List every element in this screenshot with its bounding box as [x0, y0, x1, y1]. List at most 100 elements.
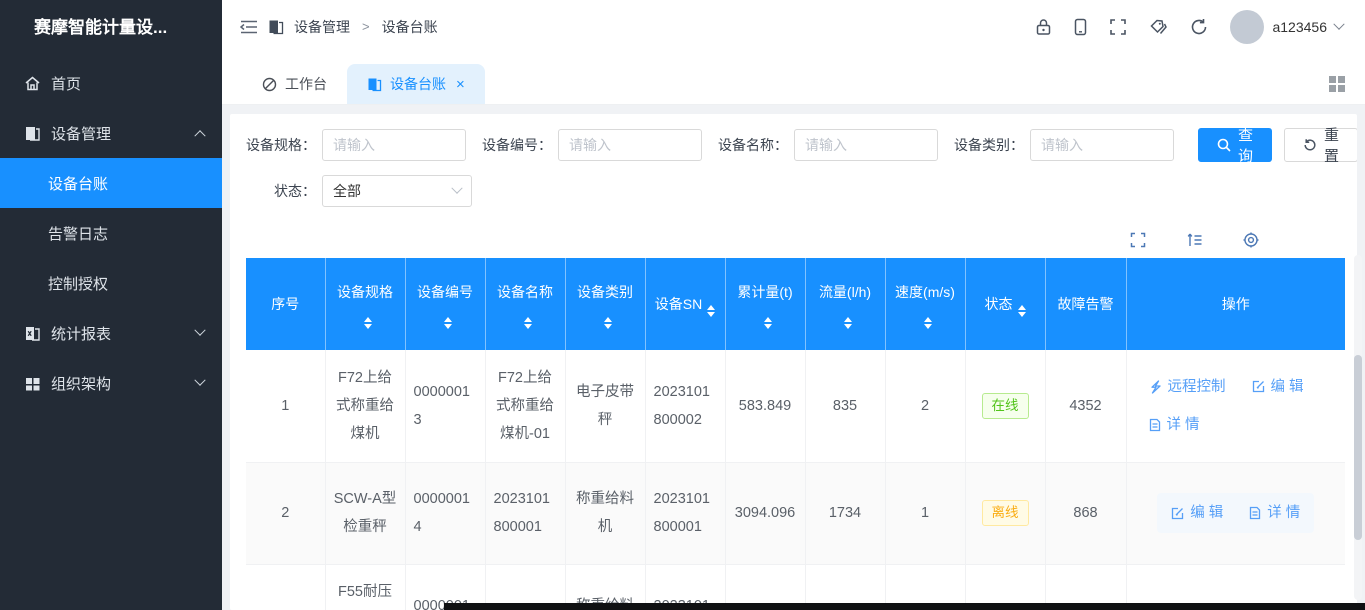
- cell-spec: F72上给式称重给煤机: [325, 350, 405, 462]
- filter-label: 设备规格：: [246, 135, 316, 155]
- tags-icon[interactable]: [1149, 18, 1168, 36]
- edit-icon: [1171, 507, 1184, 520]
- cell-actions: 远程控制 编 辑 详 情: [1126, 350, 1345, 462]
- user-menu[interactable]: a123456: [1230, 10, 1343, 44]
- chevron-down-icon: [451, 183, 462, 194]
- table-density-icon[interactable]: [1186, 232, 1203, 248]
- document-icon: [1249, 506, 1261, 520]
- lock-icon[interactable]: [1035, 18, 1052, 36]
- cell-category: 称重给料机: [565, 462, 645, 564]
- sort-icon: [844, 317, 852, 329]
- sidebar-item-label: 告警日志: [48, 223, 108, 244]
- status-select[interactable]: 全部: [322, 175, 472, 207]
- sidebar-item-control-auth[interactable]: 控制授权: [0, 258, 222, 308]
- sidebar-item-home[interactable]: 首页: [0, 58, 222, 108]
- spec-input[interactable]: [322, 129, 466, 161]
- sidebar: 赛摩智能计量设... 首页 设备管理 设备台账 告警日志: [0, 0, 222, 610]
- table-header-row: 序号 设备规格 设备编号 设备名称 设备类别 设备SN 累计量(t) 流量(l/…: [246, 258, 1345, 350]
- sort-icon: [444, 317, 452, 329]
- thunderbolt-icon: [1149, 380, 1162, 394]
- sidebar-item-device-management[interactable]: 设备管理: [0, 108, 222, 158]
- col-index: 序号: [246, 258, 325, 350]
- edit-link[interactable]: 编 辑: [1252, 373, 1304, 401]
- tab-device-ledger[interactable]: 设备台账 ×: [347, 64, 485, 104]
- cell-name: F72上给式称重给煤机-01: [485, 350, 565, 462]
- filter-code: 设备编号：: [482, 129, 702, 161]
- breadcrumb-section[interactable]: 设备管理: [294, 17, 350, 37]
- edit-link[interactable]: 编 辑: [1171, 499, 1223, 527]
- sort-icon: [764, 317, 772, 329]
- content-area: 设备规格： 设备编号： 设备名称： 设备类别：: [222, 105, 1365, 610]
- app-title: 赛摩智能计量设...: [0, 0, 222, 56]
- col-actions: 操作: [1126, 258, 1345, 350]
- sidebar-item-organization[interactable]: 组织架构: [0, 358, 222, 408]
- edit-icon: [1252, 380, 1265, 393]
- tab-options-icon[interactable]: [1329, 76, 1345, 92]
- col-name[interactable]: 设备名称: [485, 258, 565, 350]
- menu-fold-icon[interactable]: [240, 19, 258, 35]
- sidebar-item-report[interactable]: 统计报表: [0, 308, 222, 358]
- filter-row-2: 状态： 全部: [246, 175, 1341, 207]
- filter-status: 状态： 全部: [274, 175, 472, 207]
- workbench-icon: [262, 77, 277, 92]
- scrollbar-thumb[interactable]: [1354, 355, 1362, 540]
- sort-icon: [524, 317, 532, 329]
- filter-spec: 设备规格：: [246, 129, 466, 161]
- col-spec[interactable]: 设备规格: [325, 258, 405, 350]
- filter-label: 设备编号：: [482, 135, 552, 155]
- refresh-icon[interactable]: [1190, 18, 1208, 36]
- col-alarm: 故障告警: [1045, 258, 1126, 350]
- reset-button[interactable]: 重 置: [1284, 128, 1357, 162]
- status-badge: 在线: [982, 393, 1029, 419]
- cell-category: 电子皮带秤: [565, 350, 645, 462]
- chevron-down-icon: [194, 375, 205, 386]
- chevron-up-icon: [194, 130, 205, 141]
- org-icon: [24, 375, 41, 392]
- table-settings-icon[interactable]: [1243, 232, 1259, 248]
- cell-status: 离线: [965, 462, 1045, 564]
- sidebar-item-label: 组织架构: [51, 373, 196, 394]
- cell-code: 00000013: [405, 350, 485, 462]
- col-total[interactable]: 累计量(t): [725, 258, 805, 350]
- name-input[interactable]: [794, 129, 938, 161]
- tab-workbench[interactable]: 工作台: [242, 64, 347, 104]
- app-window: 赛摩智能计量设... 首页 设备管理 设备台账 告警日志: [0, 0, 1365, 610]
- scrollbar-track[interactable]: [1354, 255, 1362, 600]
- col-category[interactable]: 设备类别: [565, 258, 645, 350]
- category-input[interactable]: [1030, 129, 1174, 161]
- detail-link[interactable]: 详 情: [1249, 499, 1300, 527]
- filter-category: 设备类别：: [954, 129, 1174, 161]
- cell-total: 3094.096: [725, 462, 805, 564]
- close-icon[interactable]: ×: [456, 76, 465, 93]
- taskbar-edge: [444, 603, 1365, 610]
- sidebar-item-alarm-log[interactable]: 告警日志: [0, 208, 222, 258]
- device-icon: [24, 125, 41, 142]
- filter-label: 设备类别：: [954, 135, 1024, 155]
- device-ledger-card: 设备规格： 设备编号： 设备名称： 设备类别：: [230, 114, 1357, 610]
- search-button[interactable]: 查 询: [1198, 128, 1272, 162]
- cell-sn: 2023101800002: [645, 350, 725, 462]
- mobile-icon[interactable]: [1074, 18, 1087, 36]
- breadcrumb: 设备管理 > 设备台账: [240, 17, 438, 37]
- main-area: 设备管理 > 设备台账: [222, 0, 1365, 610]
- document-icon: [1149, 418, 1161, 432]
- detail-link[interactable]: 详 情: [1149, 411, 1200, 439]
- status-select-value: 全部: [333, 181, 361, 201]
- remote-control-link[interactable]: 远程控制: [1149, 373, 1226, 401]
- col-code[interactable]: 设备编号: [405, 258, 485, 350]
- home-icon: [24, 75, 41, 92]
- cell-status: 在线: [965, 350, 1045, 462]
- col-flow[interactable]: 流量(l/h): [805, 258, 885, 350]
- table-toolbar: [246, 220, 1341, 258]
- col-sn[interactable]: 设备SN: [645, 258, 725, 350]
- code-input[interactable]: [558, 129, 702, 161]
- col-status[interactable]: 状态: [965, 258, 1045, 350]
- avatar[interactable]: [1230, 10, 1264, 44]
- fullscreen-icon[interactable]: [1109, 18, 1127, 36]
- col-speed[interactable]: 速度(m/s): [885, 258, 965, 350]
- table-fullscreen-icon[interactable]: [1130, 232, 1146, 248]
- cell-spec: SCW-A型检重秤: [325, 462, 405, 564]
- breadcrumb-separator: >: [362, 19, 370, 34]
- search-icon: [1217, 138, 1231, 152]
- sidebar-item-device-ledger[interactable]: 设备台账: [0, 158, 222, 208]
